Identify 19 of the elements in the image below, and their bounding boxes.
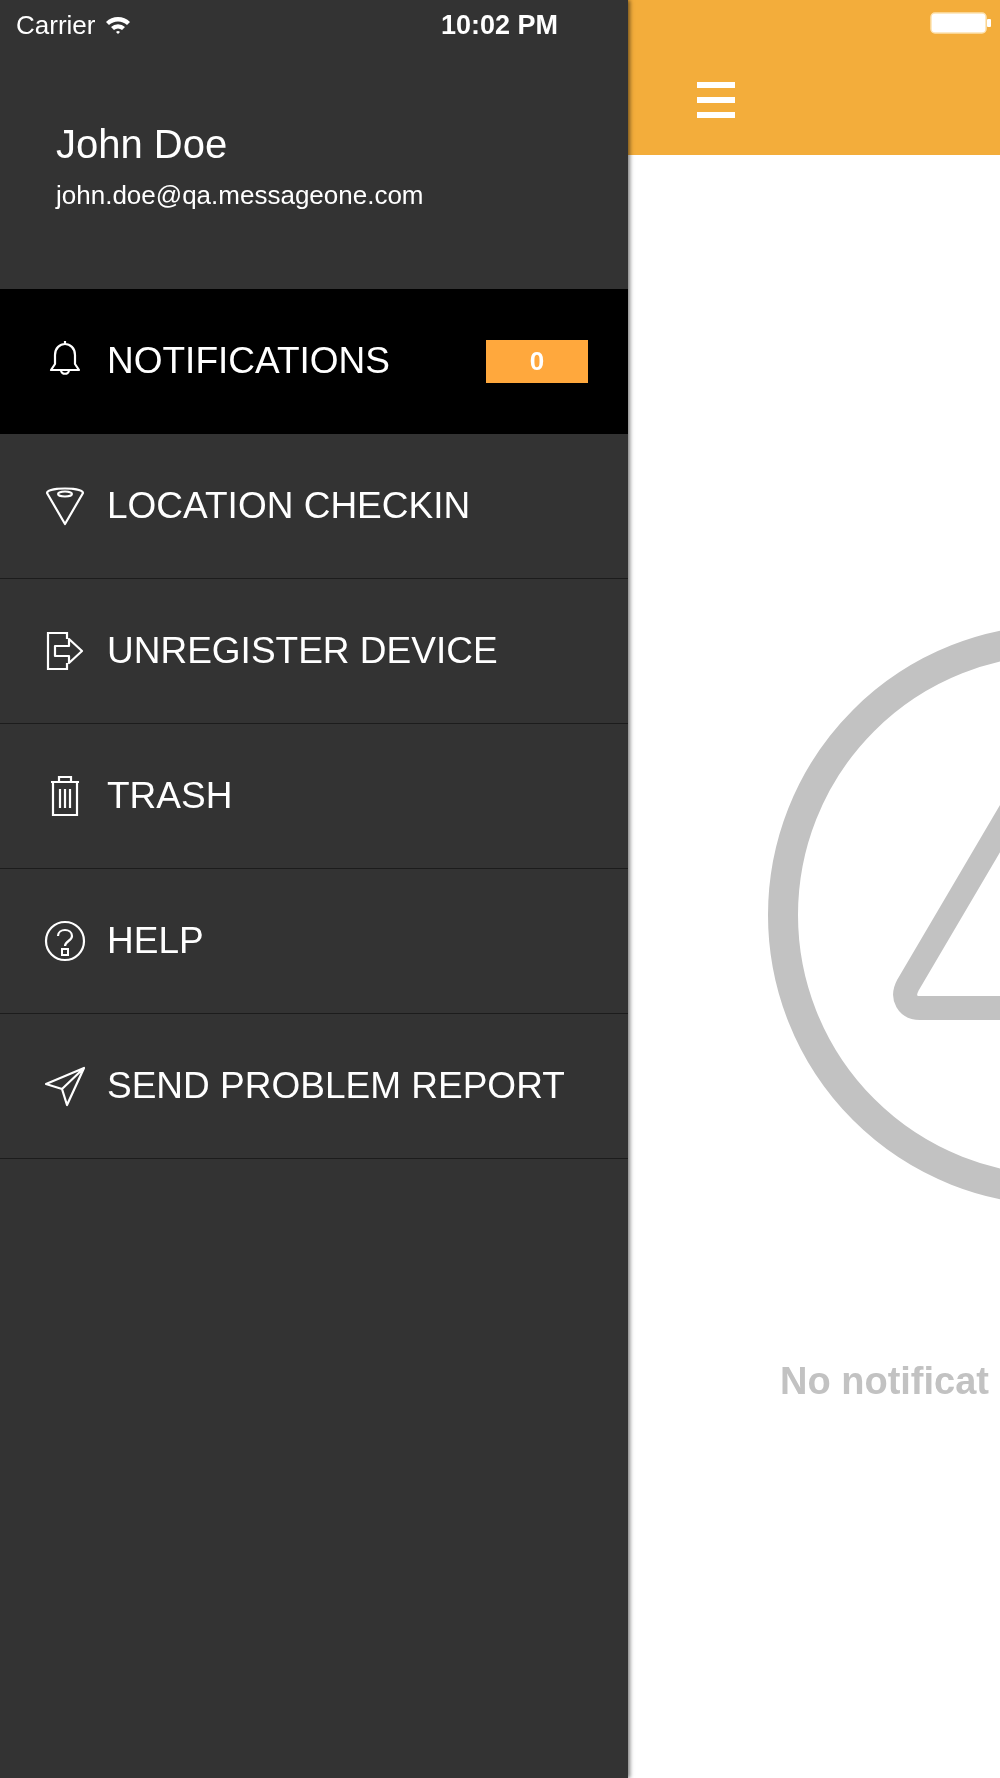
menu-button[interactable] (697, 82, 735, 118)
menu-label: HELP (107, 920, 204, 962)
location-icon (43, 484, 87, 528)
user-email: john.doe@qa.messageone.com (56, 180, 425, 211)
menu-item[interactable]: NOTIFICATIONS 0 (0, 289, 628, 434)
wifi-icon (105, 15, 132, 35)
user-name: John Doe (56, 121, 229, 168)
empty-message: No notificat (779, 1360, 990, 1403)
menu-label: SEND PROBLEM REPORT (107, 1065, 565, 1107)
status-time: 10:02 PM (440, 9, 558, 41)
count-badge: 0 (486, 339, 588, 383)
battery-icon (930, 12, 992, 34)
menu-label: TRASH (107, 775, 233, 817)
carrier-label: Carrier (16, 9, 96, 41)
help-icon (43, 919, 87, 963)
send-icon (43, 1064, 87, 1108)
menu-label: NOTIFICATIONS (107, 340, 390, 382)
menu-label: UNREGISTER DEVICE (107, 630, 498, 672)
menu-label: LOCATION CHECKIN (107, 485, 471, 527)
